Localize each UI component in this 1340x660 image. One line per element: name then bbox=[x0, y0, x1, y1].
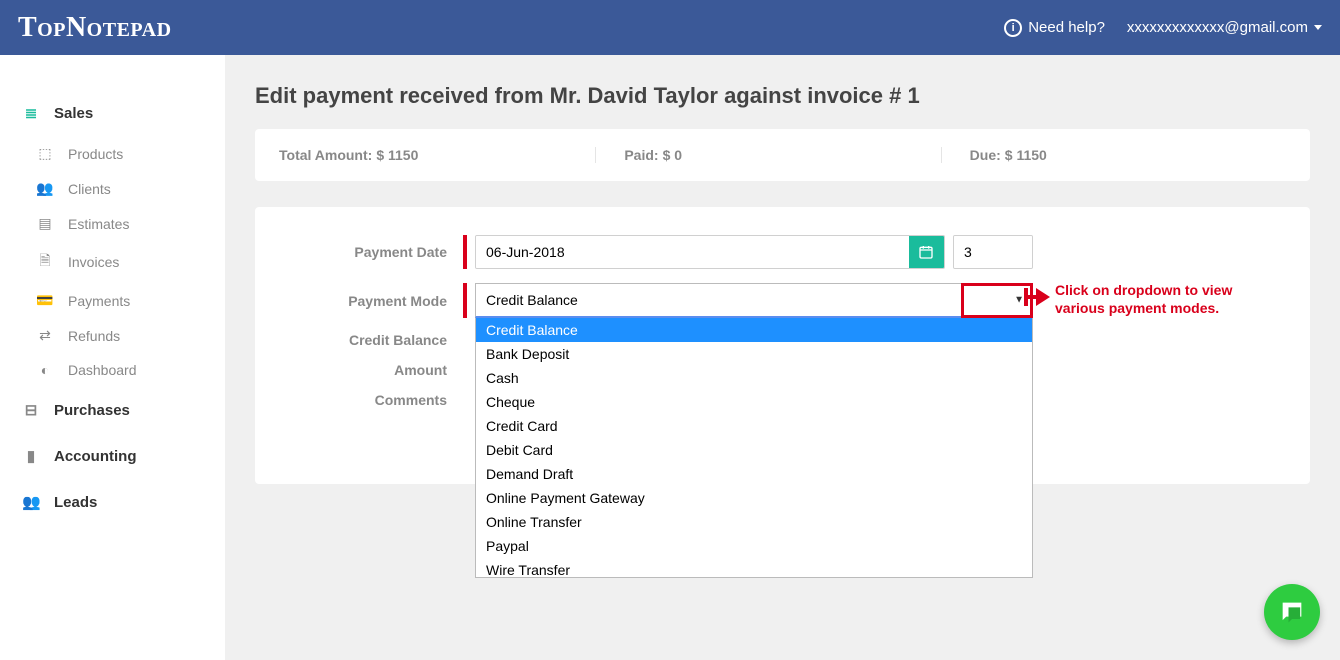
topbar: TopNotepad i Need help? xxxxxxxxxxxxx@gm… bbox=[0, 0, 1340, 55]
sidebar-item-label: Clients bbox=[68, 181, 111, 197]
user-menu[interactable]: xxxxxxxxxxxxx@gmail.com bbox=[1127, 19, 1322, 36]
sidebar-item-sales[interactable]: ≣ Sales bbox=[0, 90, 225, 136]
sidebar-item-purchases[interactable]: ⊟ Purchases bbox=[0, 387, 225, 433]
brand-logo: TopNotepad bbox=[18, 12, 172, 44]
payment-mode-option[interactable]: Debit Card bbox=[476, 438, 1032, 462]
payment-mode-selected-text: Credit Balance bbox=[486, 292, 578, 308]
aux-input[interactable] bbox=[954, 236, 1032, 268]
card-icon: 💳 bbox=[36, 292, 54, 309]
calendar-button[interactable] bbox=[909, 236, 944, 268]
payment-mode-display[interactable]: Credit Balance ▼ bbox=[475, 283, 1033, 318]
sidebar-item-label: Products bbox=[68, 146, 123, 162]
payment-mode-option[interactable]: Online Payment Gateway bbox=[476, 486, 1032, 510]
help-icon: i bbox=[1004, 19, 1022, 37]
required-marker bbox=[463, 283, 467, 318]
payment-mode-option[interactable]: Credit Card bbox=[476, 414, 1032, 438]
sidebar-item-leads[interactable]: 👥 Leads bbox=[0, 479, 225, 525]
chat-icon bbox=[1278, 598, 1306, 626]
sidebar-item-label: Dashboard bbox=[68, 362, 137, 378]
sidebar-item-payments[interactable]: 💳 Payments bbox=[0, 283, 225, 318]
required-marker bbox=[463, 235, 467, 269]
sidebar: ≣ Sales ⬚ Products 👥 Clients ▤ Estimates 🗎 Invoic… bbox=[0, 55, 225, 660]
payment-date-label: Payment Date bbox=[283, 244, 463, 260]
sidebar-item-label: Leads bbox=[54, 494, 97, 511]
page-icon: 🗎 bbox=[36, 250, 54, 274]
payment-mode-option[interactable]: Online Transfer bbox=[476, 510, 1032, 534]
summary-card: Total Amount: $ 1150 Paid: $ 0 Due: $ 11… bbox=[255, 129, 1310, 181]
total-amount-label: Total Amount: bbox=[279, 147, 372, 163]
payment-mode-option[interactable]: Bank Deposit bbox=[476, 342, 1032, 366]
paid-value: $ 0 bbox=[663, 147, 682, 163]
payment-mode-option[interactable]: Demand Draft bbox=[476, 462, 1032, 486]
help-link[interactable]: i Need help? bbox=[1004, 19, 1105, 37]
payment-mode-option[interactable]: Credit Balance bbox=[476, 318, 1032, 342]
chat-fab[interactable] bbox=[1264, 584, 1320, 640]
due-value: $ 1150 bbox=[1005, 147, 1047, 163]
sidebar-item-dashboard[interactable]: ◐ Dashboard bbox=[0, 353, 225, 387]
users-icon: 👥 bbox=[36, 180, 54, 197]
aux-input-wrap bbox=[953, 235, 1033, 269]
bars-icon: ▮ bbox=[22, 447, 40, 465]
topbar-right: i Need help? xxxxxxxxxxxxx@gmail.com bbox=[1004, 19, 1322, 37]
user-email: xxxxxxxxxxxxx@gmail.com bbox=[1127, 19, 1308, 36]
people-icon: 👥 bbox=[22, 493, 40, 511]
sidebar-item-refunds[interactable]: ⇄ Refunds bbox=[0, 318, 225, 353]
due-label: Due: bbox=[970, 147, 1001, 163]
payment-date-input[interactable] bbox=[476, 236, 909, 268]
annotation-arrow bbox=[1024, 288, 1050, 306]
summary-paid: Paid: $ 0 bbox=[595, 147, 940, 163]
file-icon: ▤ bbox=[36, 215, 54, 232]
calendar-icon bbox=[918, 244, 934, 260]
minus-icon: ⊟ bbox=[22, 401, 40, 419]
annotation-text: Click on dropdown to view various paymen… bbox=[1055, 281, 1232, 317]
payment-date-input-wrap bbox=[475, 235, 945, 269]
main-content: Edit payment received from Mr. David Tay… bbox=[225, 55, 1340, 660]
help-label: Need help? bbox=[1028, 19, 1105, 36]
chevron-down-icon bbox=[1314, 25, 1322, 30]
layers-icon: ≣ bbox=[22, 104, 40, 122]
annotation-line1: Click on dropdown to view bbox=[1055, 281, 1232, 299]
sidebar-item-products[interactable]: ⬚ Products bbox=[0, 136, 225, 171]
total-amount-value: $ 1150 bbox=[376, 147, 418, 163]
row-payment-date: Payment Date bbox=[283, 235, 1282, 269]
credit-balance-label: Credit Balance bbox=[283, 332, 463, 348]
annotation-line2: various payment modes. bbox=[1055, 299, 1232, 317]
amount-label: Amount bbox=[283, 362, 463, 378]
comments-label: Comments bbox=[283, 392, 463, 408]
payment-mode-label: Payment Mode bbox=[283, 293, 463, 309]
gauge-icon: ◐ bbox=[36, 362, 54, 378]
sidebar-item-label: Estimates bbox=[68, 216, 129, 232]
sidebar-item-label: Invoices bbox=[68, 254, 119, 270]
swap-icon: ⇄ bbox=[36, 327, 54, 344]
payment-mode-option[interactable]: Cheque bbox=[476, 390, 1032, 414]
sidebar-item-clients[interactable]: 👥 Clients bbox=[0, 171, 225, 206]
sidebar-item-label: Sales bbox=[54, 105, 93, 122]
summary-total: Total Amount: $ 1150 bbox=[279, 147, 595, 163]
sidebar-item-estimates[interactable]: ▤ Estimates bbox=[0, 206, 225, 241]
box-icon: ⬚ bbox=[36, 145, 54, 162]
paid-label: Paid: bbox=[624, 147, 658, 163]
page-title: Edit payment received from Mr. David Tay… bbox=[255, 83, 1310, 109]
payment-mode-select[interactable]: Credit Balance ▼ Credit BalanceBank Depo… bbox=[475, 283, 1033, 318]
payment-mode-option[interactable]: Wire Transfer bbox=[476, 558, 1032, 578]
payment-mode-option[interactable]: Paypal bbox=[476, 534, 1032, 558]
sidebar-item-label: Purchases bbox=[54, 402, 130, 419]
chevron-down-icon: ▼ bbox=[1014, 295, 1024, 306]
sidebar-item-accounting[interactable]: ▮ Accounting bbox=[0, 433, 225, 479]
payment-mode-option[interactable]: Cash bbox=[476, 366, 1032, 390]
sidebar-item-invoices[interactable]: 🗎 Invoices bbox=[0, 241, 225, 283]
sidebar-item-label: Accounting bbox=[54, 448, 137, 465]
sidebar-item-label: Refunds bbox=[68, 328, 120, 344]
sidebar-item-label: Payments bbox=[68, 293, 130, 309]
payment-mode-dropdown: Credit BalanceBank DepositCashChequeCred… bbox=[475, 318, 1033, 578]
summary-due: Due: $ 1150 bbox=[941, 147, 1286, 163]
payment-form: Payment Date Payment Mode bbox=[255, 207, 1310, 484]
